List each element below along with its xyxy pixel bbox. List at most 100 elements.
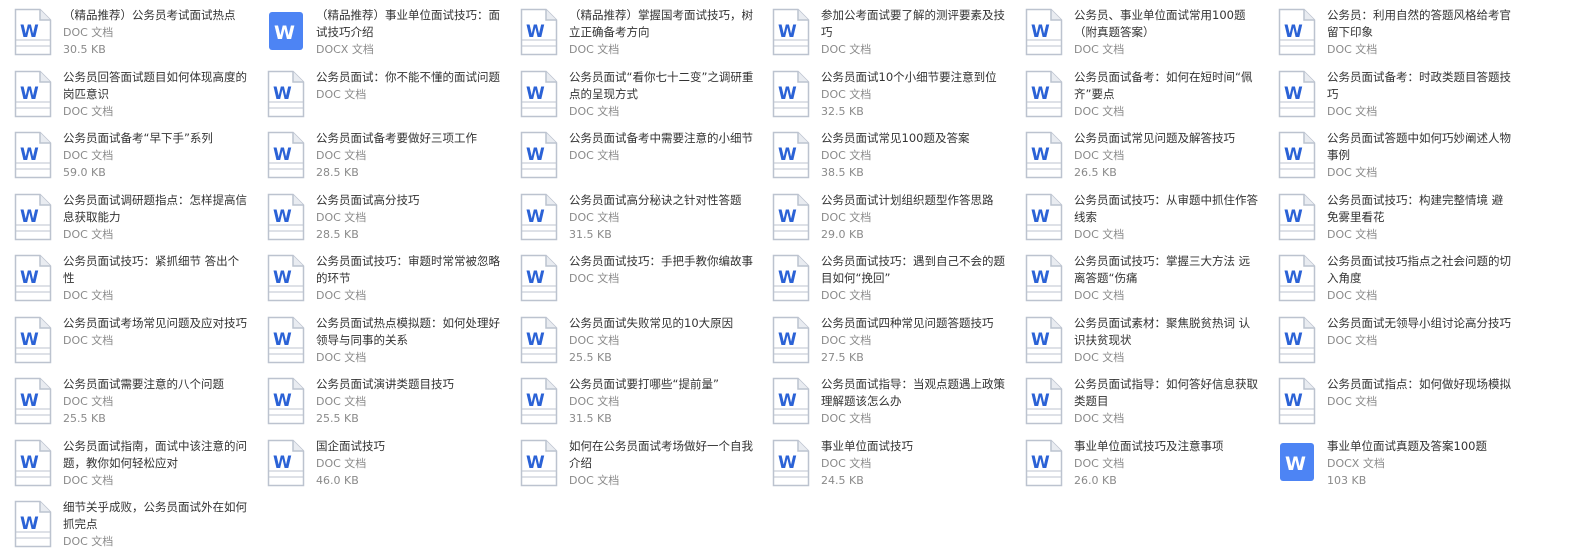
svg-text:W: W	[273, 391, 292, 411]
file-item[interactable]: W 事业单位面试技巧 DOC 文档 24.5 KB	[758, 436, 1008, 496]
file-item[interactable]: W 公务员面试技巧指点之社会问题的切入角度 DOC 文档	[1264, 251, 1514, 311]
file-type: DOC 文档	[1074, 43, 1125, 56]
file-item[interactable]: W 公务员面试技巧：紧抓细节 答出个性 DOC 文档	[0, 251, 250, 311]
file-title: 公务员面试技巧：掌握三大方法 远离答题“伤痛	[1074, 254, 1251, 285]
file-title: 公务员：利用自然的答题风格给考官留下印象	[1327, 8, 1511, 39]
word-doc-icon: W	[1025, 70, 1063, 118]
file-title: 公务员面试答题中如何巧妙阐述人物事例	[1327, 131, 1511, 162]
svg-text:W: W	[20, 207, 39, 227]
file-item[interactable]: W 公务员面试技巧：构建完整情境 避免雾里看花 DOC 文档	[1264, 190, 1514, 250]
file-item[interactable]: W 公务员面试答题中如何巧妙阐述人物事例 DOC 文档	[1264, 128, 1514, 188]
file-item[interactable]: W 公务员、事业单位面试常用100题（附真题答案） DOC 文档	[1011, 5, 1261, 65]
file-title: 公务员面试备考：时政类题目答题技巧	[1327, 70, 1511, 101]
svg-text:W: W	[1031, 268, 1050, 288]
file-type: DOC 文档	[63, 395, 114, 408]
file-title: （精品推荐）掌握国考面试技巧，树立正确备考方向	[569, 8, 753, 39]
svg-text:W: W	[20, 84, 39, 104]
file-title: 公务员面试计划组织题型作答思路	[821, 193, 994, 207]
file-item[interactable]: W 公务员面试四种常见问题答题技巧 DOC 文档 27.5 KB	[758, 313, 1008, 373]
file-item[interactable]: W 细节关乎成败，公务员面试外在如何抓完点 DOC 文档	[0, 497, 250, 556]
file-item[interactable]: W 公务员面试要打哪些“提前量” DOC 文档 31.5 KB	[506, 374, 756, 434]
file-title: 公务员面试备考：如何在短时间“佩齐”要点	[1074, 70, 1253, 101]
file-type: DOC 文档	[316, 289, 367, 302]
file-type: DOC 文档	[1327, 166, 1378, 179]
file-item[interactable]: W 公务员面试技巧：审题时常常被忽略的环节 DOC 文档	[253, 251, 503, 311]
file-item[interactable]: W 参加公考面试要了解的测评要素及技巧 DOC 文档	[758, 5, 1008, 65]
file-item[interactable]: W 公务员回答面试题目如何体现高度的岗匹意识 DOC 文档	[0, 67, 250, 127]
word-doc-icon: W	[14, 377, 52, 425]
file-title: 公务员面试技巧：遇到自己不会的题目如何“挽回”	[821, 254, 1005, 285]
file-item[interactable]: W 公务员面试备考：时政类题目答题技巧 DOC 文档	[1264, 67, 1514, 127]
file-item[interactable]: W 事业单位面试真题及答案100题 DOCX 文档 103 KB	[1264, 436, 1514, 496]
svg-text:W: W	[1284, 391, 1303, 411]
file-item[interactable]: W （精品推荐）掌握国考面试技巧，树立正确备考方向 DOC 文档	[506, 5, 756, 65]
file-title: 公务员、事业单位面试常用100题（附真题答案）	[1074, 8, 1246, 39]
file-item[interactable]: W 公务员面试备考要做好三项工作 DOC 文档 28.5 KB	[253, 128, 503, 188]
word-doc-icon: W	[520, 8, 558, 56]
file-item[interactable]: W 事业单位面试技巧及注意事项 DOC 文档 26.0 KB	[1011, 436, 1261, 496]
file-type: DOC 文档	[63, 26, 114, 39]
file-item[interactable]: W 公务员面试计划组织题型作答思路 DOC 文档 29.0 KB	[758, 190, 1008, 250]
file-item[interactable]: W 公务员面试10个小细节要注意到位 DOC 文档 32.5 KB	[758, 67, 1008, 127]
file-title: 公务员面试技巧：构建完整情境 避免雾里看花	[1327, 193, 1504, 224]
file-item[interactable]: W 公务员面试指南，面试中该注意的问题，教你如何轻松应对 DOC 文档	[0, 436, 250, 496]
file-item[interactable]: W 公务员面试备考“早下手”系列 DOC 文档 59.0 KB	[0, 128, 250, 188]
svg-text:W: W	[1284, 268, 1303, 288]
svg-text:W: W	[1284, 330, 1303, 350]
file-item[interactable]: W （精品推荐）公务员考试面试热点 DOC 文档 30.5 KB	[0, 5, 250, 65]
file-item[interactable]: W 公务员面试备考中需要注意的小细节 DOC 文档	[506, 128, 756, 188]
svg-text:W: W	[273, 268, 292, 288]
svg-text:W: W	[1031, 84, 1050, 104]
word-doc-icon: W	[14, 254, 52, 302]
file-item[interactable]: W 公务员面试：你不能不懂的面试问题 DOC 文档	[253, 67, 503, 127]
file-item[interactable]: W 公务员面试常见问题及解答技巧 DOC 文档 26.5 KB	[1011, 128, 1261, 188]
word-doc-icon: W	[1025, 193, 1063, 241]
file-item[interactable]: W 公务员面试技巧：手把手教你编故事 DOC 文档	[506, 251, 756, 311]
file-title: 公务员面试技巧：紧抓细节 答出个性	[63, 254, 240, 285]
file-title: （精品推荐）事业单位面试技巧：面试技巧介绍	[316, 8, 500, 39]
file-item[interactable]: W 公务员面试高分秘诀之针对性答题 DOC 文档 31.5 KB	[506, 190, 756, 250]
file-item[interactable]: W 公务员面试常见100题及答案 DOC 文档 38.5 KB	[758, 128, 1008, 188]
file-item[interactable]: W 公务员面试高分技巧 DOC 文档 28.5 KB	[253, 190, 503, 250]
svg-text:W: W	[20, 453, 39, 473]
file-item[interactable]: W 公务员面试指导：当观点题遇上政策理解题该怎么办 DOC 文档	[758, 374, 1008, 434]
file-item[interactable]: W 公务员面试演讲类题目技巧 DOC 文档 25.5 KB	[253, 374, 503, 434]
file-item[interactable]: W 公务员面试无领导小组讨论高分技巧 DOC 文档	[1264, 313, 1514, 373]
file-title: 公务员面试备考要做好三项工作	[316, 131, 477, 145]
file-item[interactable]: W 公务员面试失败常见的10大原因 DOC 文档 25.5 KB	[506, 313, 756, 373]
word-doc-icon: W	[520, 193, 558, 241]
svg-text:W: W	[526, 22, 545, 42]
file-item[interactable]: W 公务员面试指导：如何答好信息获取类题目 DOC 文档	[1011, 374, 1261, 434]
file-size: 30.5 KB	[63, 43, 106, 56]
file-item[interactable]: W 公务员面试备考：如何在短时间“佩齐”要点 DOC 文档	[1011, 67, 1261, 127]
svg-text:W: W	[526, 268, 545, 288]
word-doc-icon: W	[267, 439, 305, 487]
file-item[interactable]: W 公务员面试考场常见问题及应对技巧 DOC 文档	[0, 313, 250, 373]
file-item[interactable]: W （精品推荐）事业单位面试技巧：面试技巧介绍 DOCX 文档	[253, 5, 503, 65]
file-item[interactable]: W 公务员面试技巧：从审题中抓住作答线索 DOC 文档	[1011, 190, 1261, 250]
file-size: 25.5 KB	[569, 351, 612, 364]
file-item[interactable]: W 国企面试技巧 DOC 文档 46.0 KB	[253, 436, 503, 496]
svg-text:W: W	[526, 84, 545, 104]
word-doc-icon: W	[520, 439, 558, 487]
file-item[interactable]: W 公务员：利用自然的答题风格给考官留下印象 DOC 文档	[1264, 5, 1514, 65]
file-title: 公务员面试调研题指点：怎样提高信息获取能力	[63, 193, 247, 224]
file-item[interactable]: W 公务员面试指点：如何做好现场模拟 DOC 文档	[1264, 374, 1514, 434]
file-type: DOC 文档	[63, 228, 114, 241]
file-item[interactable]: W 公务员面试热点模拟题：如何处理好领导与同事的关系 DOC 文档	[253, 313, 503, 373]
svg-text:W: W	[1031, 330, 1050, 350]
file-item[interactable]: W 公务员面试技巧：掌握三大方法 远离答题“伤痛 DOC 文档	[1011, 251, 1261, 311]
file-item[interactable]: W 公务员面试技巧：遇到自己不会的题目如何“挽回” DOC 文档	[758, 251, 1008, 311]
file-title: 公务员面试演讲类题目技巧	[316, 377, 454, 391]
svg-text:W: W	[1284, 207, 1303, 227]
file-item[interactable]: W 公务员面试“看你七十二变”之调研重点的呈现方式 DOC 文档	[506, 67, 756, 127]
file-type: DOC 文档	[1074, 412, 1125, 425]
file-item[interactable]: W 如何在公务员面试考场做好一个自我介绍 DOC 文档	[506, 436, 756, 496]
file-item[interactable]: W 公务员面试调研题指点：怎样提高信息获取能力 DOC 文档	[0, 190, 250, 250]
file-type: DOC 文档	[1074, 457, 1125, 470]
word-doc-icon: W	[1025, 316, 1063, 364]
file-type: DOC 文档	[821, 211, 872, 224]
svg-text:W: W	[778, 207, 797, 227]
file-item[interactable]: W 公务员面试素材：聚焦脱贫热词 认识扶贫现状 DOC 文档	[1011, 313, 1261, 373]
file-item[interactable]: W 公务员面试需要注意的八个问题 DOC 文档 25.5 KB	[0, 374, 250, 434]
